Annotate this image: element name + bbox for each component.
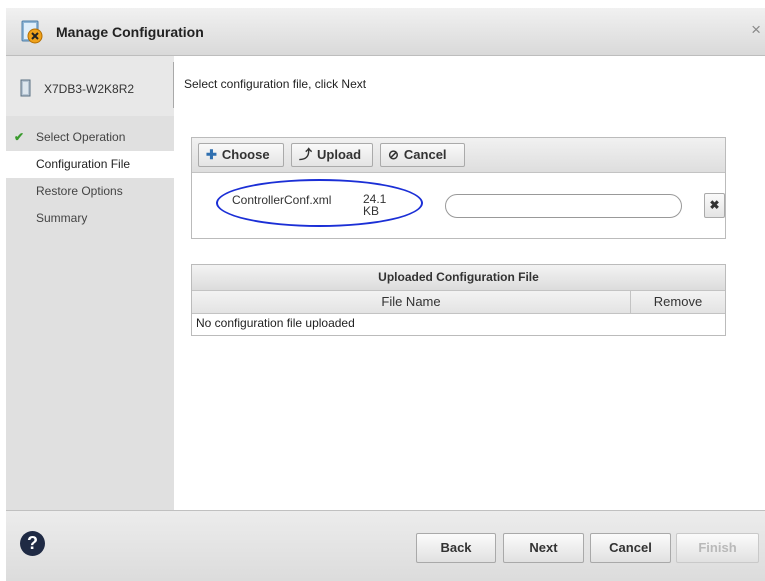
cancel-circle-icon: ⊘ — [388, 147, 399, 162]
finish-button[interactable]: Finish — [676, 533, 759, 563]
column-header-remove[interactable]: Remove — [631, 291, 725, 313]
remove-file-button[interactable]: ✖ — [704, 193, 725, 218]
upload-button[interactable]: ⤴ Upload — [291, 143, 373, 167]
file-upload-panel: ✚ Choose ⤴ Upload ⊘ Cancel ControllerConf.x… — [191, 137, 726, 239]
cancel-upload-button[interactable]: ⊘ Cancel — [380, 143, 465, 167]
device-name: X7DB3-W2K8R2 — [44, 82, 135, 96]
upload-arrow-icon: ⤴ — [299, 147, 313, 162]
device-header: X7DB3-W2K8R2 — [6, 56, 174, 116]
step-label: Configuration File — [36, 157, 131, 171]
selected-file-name: ControllerConf.xml — [232, 193, 332, 207]
upload-label: Upload — [317, 147, 362, 162]
column-header-file-name[interactable]: File Name — [192, 291, 631, 313]
step-select-operation[interactable]: ✔ Select Operation — [6, 124, 174, 151]
empty-table-message: No configuration file uploaded — [196, 316, 355, 330]
table-title: Uploaded Configuration File — [192, 265, 725, 291]
next-button[interactable]: Next — [503, 533, 584, 563]
config-warning-icon — [21, 20, 43, 44]
step-summary[interactable]: Summary — [6, 205, 174, 232]
selected-file-size: 24.1 KB — [363, 192, 387, 218]
cancel-label: Cancel — [403, 147, 447, 162]
choose-label: Choose — [221, 147, 270, 162]
step-configuration-file[interactable]: Configuration File — [6, 151, 174, 178]
uploaded-files-table: Uploaded Configuration File File Name Re… — [191, 264, 726, 336]
checkmark-icon: ✔ — [14, 130, 25, 144]
header-divider — [173, 62, 174, 108]
remove-x-icon: ✖ — [709, 198, 720, 212]
manage-configuration-dialog: Manage Configuration × X7DB3-W2K8R2 ✔ Se… — [0, 0, 765, 581]
step-label: Select Operation — [36, 130, 126, 144]
wizard-steps: ✔ Select Operation Configuration File Re… — [6, 124, 174, 232]
step-restore-options[interactable]: Restore Options — [6, 178, 174, 205]
help-icon[interactable]: ? — [20, 531, 45, 556]
dialog-title: Manage Configuration — [56, 24, 204, 40]
upload-toolbar: ✚ Choose ⤴ Upload ⊘ Cancel — [192, 138, 725, 173]
choose-button[interactable]: ✚ Choose — [198, 143, 284, 167]
wizard-sidebar: X7DB3-W2K8R2 ✔ Select Operation Configur… — [6, 56, 174, 510]
instruction-text: Select configuration file, click Next — [184, 77, 367, 91]
close-icon[interactable]: × — [751, 20, 761, 40]
server-icon — [20, 79, 31, 97]
plus-icon: ✚ — [206, 147, 217, 162]
upload-progress-bar — [445, 194, 682, 218]
title-bar: Manage Configuration × — [6, 8, 765, 56]
table-header: File Name Remove — [192, 291, 725, 314]
dialog-footer: ? Back Next Cancel Finish — [6, 510, 765, 581]
step-label: Summary — [36, 211, 88, 225]
cancel-button[interactable]: Cancel — [590, 533, 671, 563]
step-label: Restore Options — [36, 184, 123, 198]
back-button[interactable]: Back — [416, 533, 496, 563]
